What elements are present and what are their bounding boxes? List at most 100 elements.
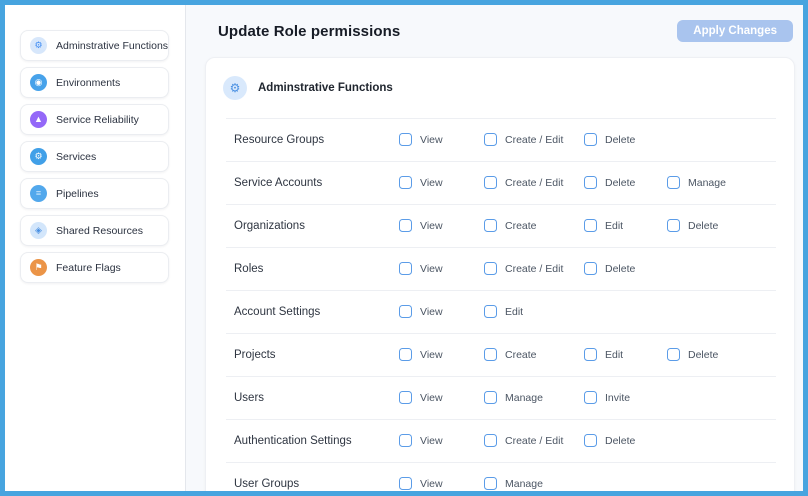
checkbox-unchecked[interactable] [484,219,497,232]
permission-option[interactable]: Delete [584,434,667,447]
pipeline-icon: ≡ [30,185,47,202]
permission-option[interactable]: Invite [584,391,667,404]
checkbox-unchecked[interactable] [584,262,597,275]
permissions-list: Resource Groups ViewCreate / EditDelete … [206,118,794,491]
checkbox-unchecked[interactable] [399,391,412,404]
permissions-card: ⚙ Adminstrative Functions Resource Group… [205,57,795,491]
sidebar-item-label: Pipelines [56,188,99,200]
checkbox-unchecked[interactable] [399,176,412,189]
checkbox-unchecked[interactable] [584,348,597,361]
permission-row: Resource Groups ViewCreate / EditDelete [206,118,794,161]
flag-icon: ⚑ [30,259,47,276]
permission-resource-label: Account Settings [234,306,399,318]
permission-row: Roles ViewCreate / EditDelete [206,247,794,290]
sidebar-item-shared-resources[interactable]: ◈ Shared Resources [20,215,169,246]
checkbox-label: View [420,349,443,361]
permission-option[interactable]: View [399,219,484,232]
checkbox-label: Delete [605,177,635,189]
checkbox-unchecked[interactable] [667,176,680,189]
permission-resource-label: Service Accounts [234,177,399,189]
checkbox-unchecked[interactable] [484,348,497,361]
checkbox-label: Edit [605,220,623,232]
sidebar-item-service-reliability[interactable]: ▲ Service Reliability [20,104,169,135]
sidebar-nav: ⚙ Adminstrative Functions ◉ Environments… [20,30,185,283]
checkbox-label: Delete [688,220,718,232]
diamond-icon: ◈ [30,222,47,239]
checkbox-unchecked[interactable] [667,348,680,361]
sidebar-item-feature-flags[interactable]: ⚑ Feature Flags [20,252,169,283]
checkbox-unchecked[interactable] [484,434,497,447]
checkbox-unchecked[interactable] [584,434,597,447]
permission-option[interactable]: Delete [584,176,667,189]
checkbox-unchecked[interactable] [399,219,412,232]
permission-option[interactable]: Create [484,348,584,361]
checkbox-unchecked[interactable] [484,176,497,189]
checkbox-unchecked[interactable] [399,262,412,275]
permission-option[interactable]: View [399,305,484,318]
checkbox-unchecked[interactable] [399,348,412,361]
checkbox-unchecked[interactable] [484,133,497,146]
permission-option[interactable]: Create / Edit [484,176,584,189]
permissions-card-title: Adminstrative Functions [258,82,393,94]
checkbox-unchecked[interactable] [399,133,412,146]
checkbox-label: View [420,478,443,490]
permission-option[interactable]: Edit [484,305,584,318]
apply-changes-button[interactable]: Apply Changes [677,20,793,42]
sidebar-item-administrative-functions[interactable]: ⚙ Adminstrative Functions [20,30,169,61]
permission-option[interactable]: View [399,262,484,275]
sidebar-item-label: Adminstrative Functions [56,40,168,52]
permission-option[interactable]: Manage [667,176,767,189]
checkbox-unchecked[interactable] [584,176,597,189]
permission-option[interactable]: Create / Edit [484,262,584,275]
checkbox-unchecked[interactable] [399,477,412,490]
permission-option[interactable]: Delete [667,348,767,361]
sidebar-item-environments[interactable]: ◉ Environments [20,67,169,98]
gear-icon: ⚙ [30,37,47,54]
checkbox-unchecked[interactable] [584,133,597,146]
permission-option[interactable]: Delete [584,133,667,146]
checkbox-unchecked[interactable] [484,477,497,490]
checkbox-unchecked[interactable] [584,219,597,232]
permission-option[interactable]: View [399,176,484,189]
permission-option[interactable]: View [399,434,484,447]
permission-option[interactable]: Create / Edit [484,133,584,146]
permission-option[interactable]: Manage [484,391,584,404]
permission-option[interactable]: Create [484,219,584,232]
gear-icon: ⚙ [223,76,247,100]
permission-row: Organizations ViewCreateEditDelete [206,204,794,247]
checkbox-unchecked[interactable] [484,391,497,404]
permission-option[interactable]: View [399,348,484,361]
checkbox-unchecked[interactable] [667,219,680,232]
sidebar-item-pipelines[interactable]: ≡ Pipelines [20,178,169,209]
permission-option[interactable]: View [399,477,484,490]
checkbox-unchecked[interactable] [399,305,412,318]
checkbox-label: Create / Edit [505,435,563,447]
permission-option[interactable]: Edit [584,219,667,232]
checkbox-label: Delete [605,263,635,275]
permission-resource-label: Authentication Settings [234,435,399,447]
checkbox-label: Create / Edit [505,134,563,146]
shield-icon: ▲ [30,111,47,128]
checkbox-unchecked[interactable] [399,434,412,447]
checkbox-label: Edit [505,306,523,318]
permission-option[interactable]: Delete [584,262,667,275]
permission-option[interactable]: View [399,133,484,146]
sidebar-item-services[interactable]: ⚙ Services [20,141,169,172]
gear-icon: ⚙ [30,148,47,165]
permission-option[interactable]: Edit [584,348,667,361]
checkbox-unchecked[interactable] [584,391,597,404]
checkbox-label: Edit [605,349,623,361]
permission-resource-label: Projects [234,349,399,361]
sidebar: ⚙ Adminstrative Functions ◉ Environments… [5,5,186,491]
checkbox-label: View [420,435,443,447]
checkbox-label: Invite [605,392,630,404]
checkbox-label: Manage [505,392,543,404]
checkbox-unchecked[interactable] [484,305,497,318]
sidebar-item-label: Services [56,151,96,163]
permission-option[interactable]: Create / Edit [484,434,584,447]
permission-option[interactable]: Manage [484,477,584,490]
checkbox-unchecked[interactable] [484,262,497,275]
permission-option[interactable]: Delete [667,219,767,232]
app-window: ⚙ Adminstrative Functions ◉ Environments… [0,0,808,496]
permission-option[interactable]: View [399,391,484,404]
